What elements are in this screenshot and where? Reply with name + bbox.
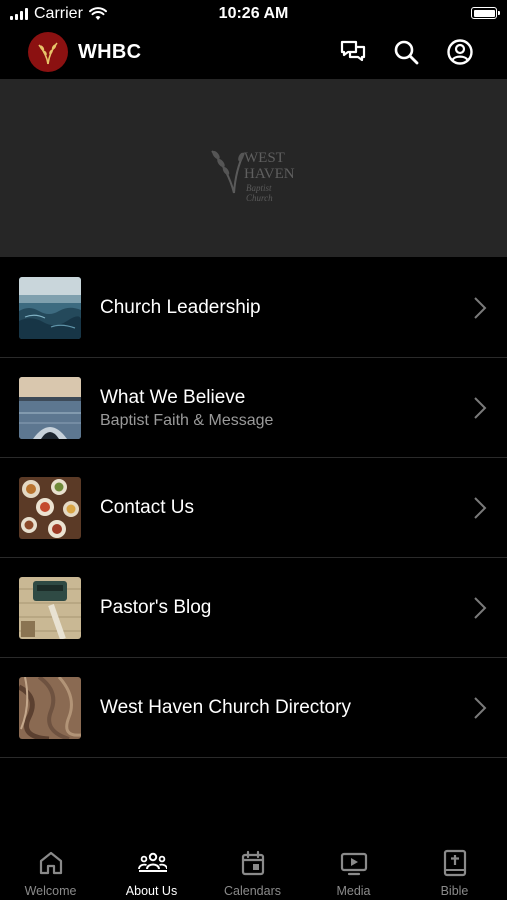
list-item-contact-us[interactable]: Contact Us (0, 458, 507, 558)
account-icon[interactable] (446, 38, 474, 66)
wheat-logo-icon (38, 42, 58, 65)
tab-label: Bible (440, 884, 469, 898)
list-item-church-directory[interactable]: West Haven Church Directory (0, 658, 507, 758)
chevron-right-icon (474, 597, 487, 619)
list-item-text: Church Leadership (100, 258, 261, 358)
tab-about-us[interactable]: About Us (101, 838, 202, 900)
list-item-title: Contact Us (100, 497, 194, 518)
tab-label: Calendars (224, 884, 281, 898)
banner-church-logo: WEST HAVEN Baptist Church (208, 141, 300, 203)
tab-label: Welcome (24, 884, 77, 898)
tab-calendars[interactable]: Calendars (202, 838, 303, 900)
thumbnail-typewriter (19, 577, 81, 639)
people-icon (138, 852, 167, 872)
tab-label: About Us (125, 884, 178, 898)
tab-welcome[interactable]: Welcome (0, 838, 101, 900)
list-item-pastors-blog[interactable]: Pastor's Blog (0, 558, 507, 658)
wheat-logo-icon (211, 150, 245, 194)
list-item-what-we-believe[interactable]: What We Believe Baptist Faith & Message (0, 358, 507, 458)
list-item-title: What We Believe (100, 386, 246, 408)
banner-logo-line2: HAVEN (244, 166, 295, 182)
tab-media[interactable]: Media (303, 838, 404, 900)
banner-logo-line1: WEST (244, 150, 285, 166)
thumbnail-food-table (19, 477, 81, 539)
bottom-tab-bar: Welcome About Us Calendars Media Bible (0, 838, 507, 900)
list-item-text: West Haven Church Directory (100, 658, 351, 758)
list-item-title: Church Leadership (100, 297, 261, 318)
list-item-title: West Haven Church Directory (100, 697, 351, 718)
hero-banner: WEST HAVEN Baptist Church (0, 79, 507, 257)
about-menu-list: Church Leadership What We Believe Baptis… (0, 258, 507, 758)
chevron-right-icon (474, 697, 487, 719)
list-item-text: Contact Us (100, 458, 194, 558)
app-title: WHBC (78, 41, 142, 63)
chevron-right-icon (474, 297, 487, 319)
status-bar: Carrier 10:26 AM (0, 0, 507, 28)
list-item-text: Pastor's Blog (100, 558, 211, 658)
app-header: WHBC (0, 28, 507, 78)
status-time: 10:26 AM (218, 5, 289, 22)
bible-icon (443, 849, 467, 877)
church-logo[interactable] (28, 32, 68, 72)
home-icon (39, 851, 63, 875)
thumbnail-canoe-lake (19, 377, 81, 439)
tab-label: Media (336, 884, 371, 898)
list-item-title: Pastor's Blog (100, 597, 212, 618)
list-item-church-leadership[interactable]: Church Leadership (0, 258, 507, 358)
messages-icon[interactable] (339, 38, 367, 66)
banner-logo-line3: Baptist Church (246, 183, 273, 203)
calendar-icon (241, 850, 265, 876)
chevron-right-icon (474, 497, 487, 519)
tab-bible[interactable]: Bible (404, 838, 505, 900)
battery-icon (471, 7, 500, 19)
media-icon (340, 852, 368, 876)
search-icon[interactable] (392, 38, 420, 66)
thumbnail-tree-bark (19, 677, 81, 739)
list-item-text: What We Believe Baptist Faith & Message (100, 358, 273, 458)
list-item-subtitle: Baptist Faith & Message (100, 411, 274, 429)
chevron-right-icon (474, 397, 487, 419)
thumbnail-ocean (19, 277, 81, 339)
